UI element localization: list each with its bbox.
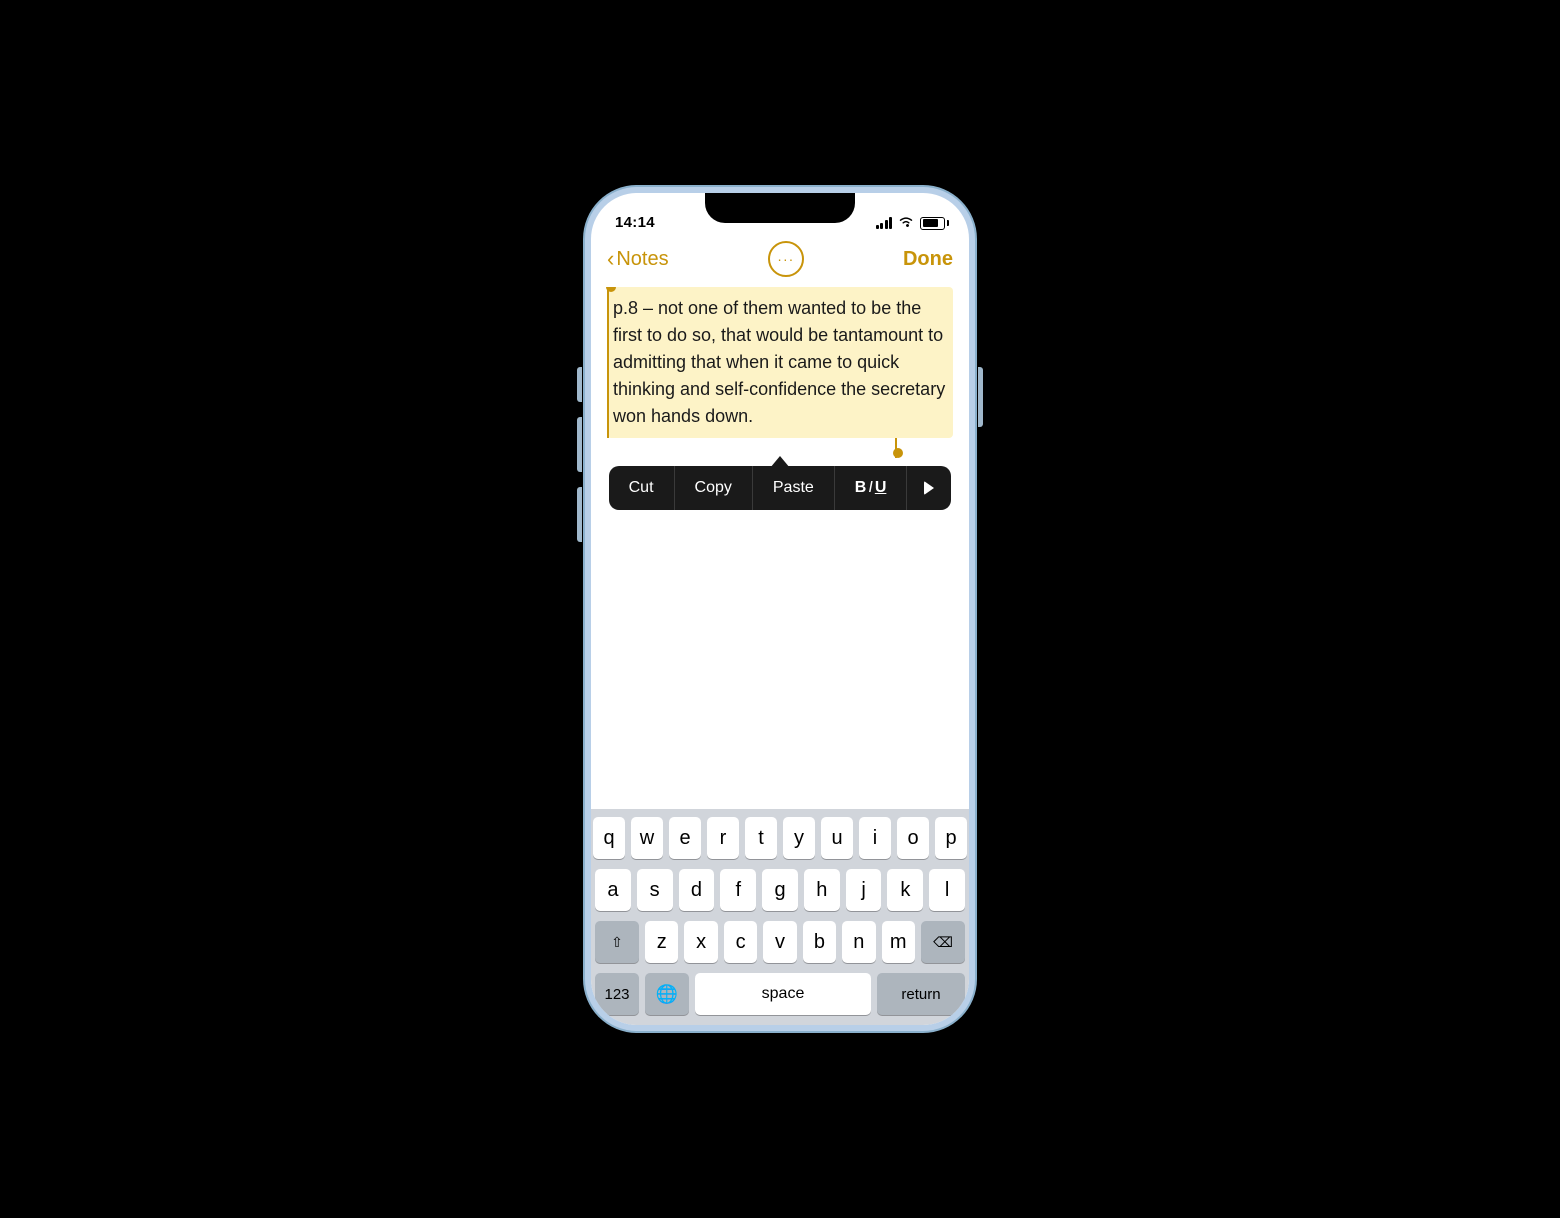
context-menu-arrow — [770, 456, 790, 468]
key-h[interactable]: h — [804, 869, 840, 911]
back-label: Notes — [616, 248, 668, 271]
status-time: 14:14 — [615, 214, 655, 231]
wifi-icon — [898, 215, 914, 231]
keyboard-bottom-row: 123 🌐 space return — [595, 973, 965, 1015]
more-button[interactable]: ··· — [768, 241, 804, 277]
key-m[interactable]: m — [882, 921, 915, 963]
cursor-line-top — [607, 287, 609, 438]
key-f[interactable]: f — [720, 869, 756, 911]
keyboard-row-3: ⇧ z x c v b n m ⌫ — [595, 921, 965, 963]
side-button-power — [978, 367, 983, 427]
key-n[interactable]: n — [842, 921, 875, 963]
key-p[interactable]: p — [935, 817, 967, 859]
done-button[interactable]: Done — [903, 248, 953, 271]
key-t[interactable]: t — [745, 817, 777, 859]
context-menu: Cut Copy Paste B I U — [609, 466, 952, 510]
note-text: p.8 – not one of them wanted to be the f… — [613, 298, 945, 426]
signal-bar-3 — [885, 220, 888, 229]
biu-text: B I U — [855, 479, 887, 497]
note-content-area[interactable]: p.8 – not one of them wanted to be the f… — [591, 287, 969, 809]
key-w[interactable]: w — [631, 817, 663, 859]
key-k[interactable]: k — [887, 869, 923, 911]
globe-key[interactable]: 🌐 — [645, 973, 689, 1015]
copy-menu-item[interactable]: Copy — [675, 466, 753, 510]
key-d[interactable]: d — [679, 869, 715, 911]
key-x[interactable]: x — [684, 921, 717, 963]
numbers-key[interactable]: 123 — [595, 973, 639, 1015]
signal-bar-4 — [889, 217, 892, 229]
signal-bar-1 — [876, 225, 879, 229]
shift-key[interactable]: ⇧ — [595, 921, 639, 963]
navigation-bar: ‹ Notes ··· Done — [591, 237, 969, 287]
more-dots-icon: ··· — [777, 252, 794, 266]
signal-icon — [876, 217, 893, 229]
cursor-handle-bottom — [893, 448, 903, 458]
italic-indicator: I — [868, 479, 872, 497]
signal-bar-2 — [880, 223, 883, 229]
key-c[interactable]: c — [724, 921, 757, 963]
key-o[interactable]: o — [897, 817, 929, 859]
key-e[interactable]: e — [669, 817, 701, 859]
key-s[interactable]: s — [637, 869, 673, 911]
cut-menu-item[interactable]: Cut — [609, 466, 675, 510]
key-b[interactable]: b — [803, 921, 836, 963]
key-j[interactable]: j — [846, 869, 882, 911]
key-q[interactable]: q — [593, 817, 625, 859]
return-key[interactable]: return — [877, 973, 965, 1015]
back-button[interactable]: ‹ Notes — [607, 248, 669, 271]
keyboard: q w e r t y u i o p a s d f g h j k — [591, 809, 969, 1025]
side-button-volume-up — [577, 417, 582, 472]
underline-indicator: U — [875, 479, 887, 497]
keyboard-row-1: q w e r t y u i o p — [595, 817, 965, 859]
battery-icon — [920, 217, 945, 230]
biu-menu-item[interactable]: B I U — [835, 466, 908, 510]
key-l[interactable]: l — [929, 869, 965, 911]
key-r[interactable]: r — [707, 817, 739, 859]
phone-frame: 14:14 — [585, 187, 975, 1031]
key-u[interactable]: u — [821, 817, 853, 859]
back-chevron-icon: ‹ — [607, 248, 614, 270]
status-icons — [876, 215, 946, 231]
delete-key[interactable]: ⌫ — [921, 921, 965, 963]
key-i[interactable]: i — [859, 817, 891, 859]
key-v[interactable]: v — [763, 921, 796, 963]
bold-indicator: B — [855, 479, 867, 497]
side-button-silent — [577, 367, 582, 402]
key-a[interactable]: a — [595, 869, 631, 911]
selected-text-block[interactable]: p.8 – not one of them wanted to be the f… — [607, 287, 953, 438]
side-button-volume-down — [577, 487, 582, 542]
keyboard-row-2: a s d f g h j k l — [595, 869, 965, 911]
menu-more-button[interactable] — [907, 466, 951, 510]
key-y[interactable]: y — [783, 817, 815, 859]
context-menu-container: Cut Copy Paste B I U — [607, 466, 953, 510]
space-key[interactable]: space — [695, 973, 871, 1015]
paste-menu-item[interactable]: Paste — [753, 466, 835, 510]
battery-fill — [923, 219, 938, 227]
notch — [705, 193, 855, 223]
key-g[interactable]: g — [762, 869, 798, 911]
key-z[interactable]: z — [645, 921, 678, 963]
phone-screen: 14:14 — [591, 193, 969, 1025]
chevron-right-icon — [924, 481, 934, 495]
